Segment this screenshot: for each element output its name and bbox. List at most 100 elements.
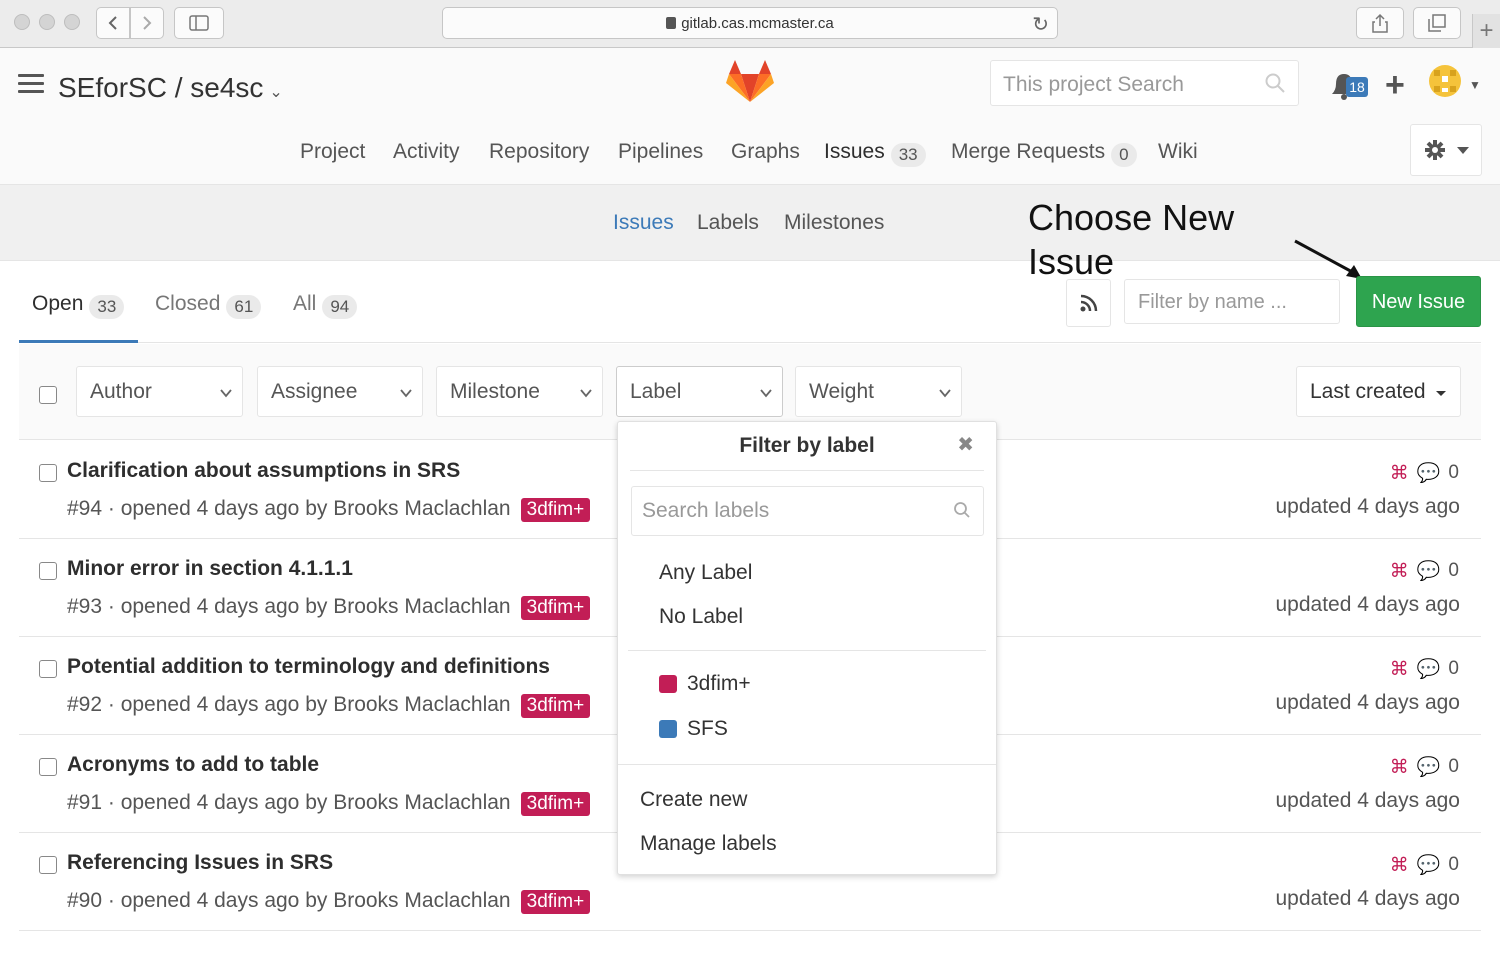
forward-button[interactable]: [130, 7, 164, 39]
tab-closed[interactable]: Closed 61: [155, 292, 262, 319]
issue-checkbox[interactable]: [39, 660, 57, 678]
search-labels-input[interactable]: Search labels: [631, 486, 984, 536]
address-bar[interactable]: gitlab.cas.mcmaster.ca ↻: [442, 7, 1058, 39]
subnav-labels[interactable]: Labels: [697, 211, 759, 235]
gear-icon: [1425, 140, 1445, 160]
menu-item-any-label[interactable]: Any Label: [659, 561, 752, 585]
author-dropdown[interactable]: Author: [76, 366, 243, 417]
hamburger-menu-icon[interactable]: [18, 74, 44, 94]
nav-repository[interactable]: Repository: [489, 140, 589, 164]
issue-title-link[interactable]: Clarification about assumptions in SRS: [67, 459, 460, 483]
issue-label-badge[interactable]: 3dfim+: [520, 890, 591, 914]
issue-meta: #92 · opened 4 days ago by Brooks Maclac…: [67, 693, 591, 718]
chevron-down-icon[interactable]: ⌄: [269, 84, 282, 101]
comment-count: 0: [1448, 560, 1459, 581]
issue-checkbox[interactable]: [39, 758, 57, 776]
issue-label-badge[interactable]: 3dfim+: [520, 694, 591, 718]
issue-icons: ⌘ 💬 0: [1390, 853, 1459, 877]
comments-icon[interactable]: 💬: [1417, 657, 1441, 681]
reload-icon[interactable]: ↻: [1032, 12, 1049, 37]
menu-item-label-sfs[interactable]: SFS: [659, 717, 728, 741]
menu-item-manage-labels[interactable]: Manage labels: [640, 832, 777, 856]
nav-issues[interactable]: Issues 33: [824, 140, 926, 167]
issue-title-link[interactable]: Referencing Issues in SRS: [67, 851, 333, 875]
sidebar-icon: [189, 15, 209, 31]
nav-pipelines[interactable]: Pipelines: [618, 140, 703, 164]
issue-updated: updated 4 days ago: [1275, 495, 1461, 518]
nav-graphs[interactable]: Graphs: [731, 140, 800, 164]
weight-dropdown[interactable]: Weight: [795, 366, 962, 417]
caret-down-icon: [1457, 147, 1469, 154]
zoom-window-icon[interactable]: [64, 14, 80, 30]
browser-toolbar: gitlab.cas.mcmaster.ca ↻ +: [0, 0, 1500, 48]
issue-checkbox[interactable]: [39, 464, 57, 482]
comment-count: 0: [1448, 756, 1459, 777]
weight-icon: ⌘: [1389, 658, 1409, 680]
label-dropdown[interactable]: Label: [616, 366, 783, 417]
caret-down-icon: [1436, 391, 1446, 396]
comments-icon[interactable]: 💬: [1417, 755, 1441, 779]
notification-count-badge: 18: [1346, 77, 1368, 97]
subnav-issues[interactable]: Issues: [613, 211, 674, 235]
nav-wiki[interactable]: Wiki: [1158, 140, 1198, 164]
project-title[interactable]: SEforSC / se4sc ⌄: [58, 72, 283, 104]
project-search-input[interactable]: This project Search: [990, 60, 1299, 106]
comments-icon[interactable]: 💬: [1417, 559, 1441, 583]
sidebar-toggle-button[interactable]: [174, 7, 224, 39]
milestone-dropdown[interactable]: Milestone: [436, 366, 603, 417]
gitlab-logo-icon[interactable]: [726, 58, 774, 106]
caret-down-icon[interactable]: ▼: [1469, 78, 1481, 92]
active-tab-indicator: [19, 340, 138, 343]
assignee-dropdown[interactable]: Assignee: [257, 366, 423, 417]
nav-merge-requests[interactable]: Merge Requests 0: [951, 140, 1137, 167]
settings-dropdown-button[interactable]: [1410, 124, 1482, 176]
issue-updated: updated 4 days ago: [1275, 887, 1461, 910]
issue-updated: updated 4 days ago: [1275, 789, 1461, 812]
nav-activity[interactable]: Activity: [393, 140, 460, 164]
merge-requests-count-badge: 0: [1111, 143, 1137, 167]
issue-checkbox[interactable]: [39, 562, 57, 580]
back-button[interactable]: [96, 7, 130, 39]
minimize-window-icon[interactable]: [39, 14, 55, 30]
tabs-icon: [1428, 14, 1446, 32]
share-button[interactable]: [1356, 7, 1404, 39]
tab-all[interactable]: All 94: [293, 292, 358, 319]
issue-label-badge[interactable]: 3dfim+: [520, 498, 591, 522]
comment-count: 0: [1448, 462, 1459, 483]
new-tab-button[interactable]: +: [1472, 14, 1500, 48]
issue-label-badge[interactable]: 3dfim+: [520, 596, 591, 620]
menu-item-label-3dfim[interactable]: 3dfim+: [659, 672, 751, 696]
menu-divider: [628, 650, 986, 651]
weight-icon: ⌘: [1389, 854, 1409, 876]
issue-title-link[interactable]: Potential addition to terminology and de…: [67, 655, 550, 679]
avatar[interactable]: [1428, 64, 1462, 98]
comments-icon[interactable]: 💬: [1417, 853, 1441, 877]
menu-item-no-label[interactable]: No Label: [659, 605, 743, 629]
sort-dropdown[interactable]: Last created: [1296, 366, 1461, 417]
issue-checkbox[interactable]: [39, 856, 57, 874]
issue-title-link[interactable]: Minor error in section 4.1.1.1: [67, 557, 353, 581]
tab-open[interactable]: Open 33: [32, 292, 125, 319]
new-issue-button[interactable]: New Issue: [1356, 276, 1481, 327]
chevron-down-icon: [220, 389, 232, 398]
filter-by-name-input[interactable]: Filter by name ...: [1124, 279, 1340, 324]
issue-title-link[interactable]: Acronyms to add to table: [67, 753, 319, 777]
plus-icon[interactable]: +: [1385, 66, 1405, 105]
chevron-down-icon: [580, 389, 592, 398]
issue-meta: #93 · opened 4 days ago by Brooks Maclac…: [67, 595, 591, 620]
rss-button[interactable]: [1066, 279, 1111, 327]
select-all-checkbox[interactable]: [39, 386, 57, 404]
issue-label-badge[interactable]: 3dfim+: [520, 792, 591, 816]
close-window-icon[interactable]: [14, 14, 30, 30]
app-header: SEforSC / se4sc ⌄ This project Search 18 …: [0, 48, 1500, 185]
chevron-left-icon: [108, 16, 117, 30]
subnav-milestones[interactable]: Milestones: [784, 211, 884, 235]
comments-icon[interactable]: 💬: [1417, 461, 1441, 485]
issue-meta: #91 · opened 4 days ago by Brooks Maclac…: [67, 791, 591, 816]
tabs-overview-button[interactable]: [1413, 7, 1461, 39]
share-icon: [1372, 13, 1388, 33]
nav-project[interactable]: Project: [300, 140, 365, 164]
menu-item-create-new[interactable]: Create new: [640, 788, 747, 812]
close-icon[interactable]: ✖: [957, 432, 974, 457]
lock-icon: [666, 17, 677, 29]
